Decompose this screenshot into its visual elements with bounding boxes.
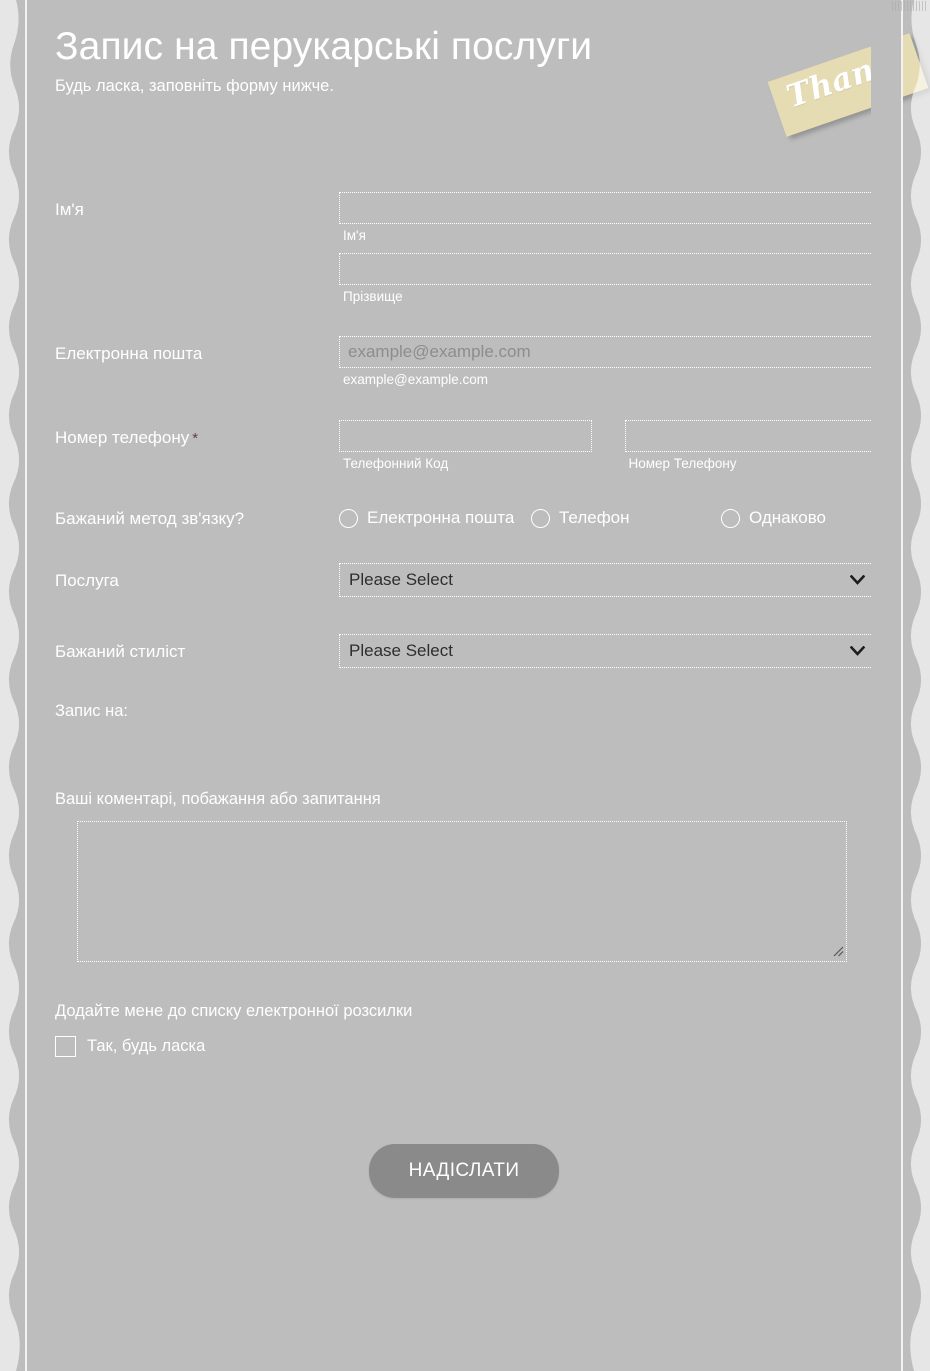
submit-button[interactable]: НАДІСЛАТИ [368,1143,560,1198]
phone-area-code-sublabel: Телефонний Код [343,455,449,471]
page-edge-right [900,0,930,1371]
field-row-service: Послуга Please Select [27,562,901,597]
radio-circle-icon[interactable] [531,508,550,528]
field-group-name: Ім'я Прізвище [339,192,877,305]
label-comments: Ваші коментарі, побажання або запитання [55,789,381,808]
field-row-stylist: Бажаний стиліст Please Select [27,633,901,668]
field-row-contact-method: Бажаний метод зв'язку? Електронна пошта … [27,501,901,531]
submit-wrap: НАДІСЛАТИ [27,1143,901,1198]
first-name-input[interactable] [339,192,877,225]
first-name-sublabel: Ім'я [343,228,366,244]
radio-option-either[interactable]: Однаково [721,506,826,531]
comments-wrap [27,820,901,962]
field-group-contact-method: Електронна пошта Телефон Однаково [339,501,877,531]
label-appointment-for: Запис на: [55,701,129,720]
radio-option-email-label: Електронна пошта [367,507,515,527]
radio-option-email[interactable]: Електронна пошта [339,506,519,531]
phone-number-input[interactable] [624,419,877,452]
label-phone-text: Номер телефону [55,427,190,447]
label-service: Послуга [55,570,119,590]
comments-textarea[interactable] [77,820,847,962]
tag-clip-mask [871,0,901,1371]
mailing-list-checkbox-row[interactable]: Так, будь ласка [27,1035,901,1057]
phone-number-wrap: Номер Телефону [624,419,877,472]
label-phone: Номер телефону * [55,420,339,448]
phone-area-wrap: Телефонний Код [339,419,592,472]
page-edge-left [0,0,30,1371]
page-title: Запис на перукарські послуги [55,25,593,68]
required-asterisk: * [192,429,199,447]
mailing-list-checkbox-label: Так, будь ласка [87,1036,206,1055]
label-contact-method: Бажаний метод зв'язку? [55,508,245,528]
label-stylist: Бажаний стиліст [55,641,186,661]
page-rule-right [901,0,903,1371]
service-select[interactable]: Please Select [339,562,877,597]
field-row-phone: Номер телефону * Телефонний Код Номер Тел… [27,419,901,472]
phone-number-sublabel: Номер Телефону [628,455,737,471]
field-row-name: Ім'я Ім'я Прізвище [27,192,901,305]
radio-group-contact-method: Електронна пошта Телефон Однаково [339,501,877,531]
form-sheet: Thank Запис на перукарські послуги Будь … [27,0,929,1371]
field-row-email: Електронна пошта example@example.com [27,336,901,388]
email-sublabel: example@example.com [343,372,489,388]
checkbox-icon[interactable] [55,1035,76,1057]
field-group-email: example@example.com [339,336,877,388]
email-input[interactable] [339,336,877,369]
last-name-sublabel: Прізвище [343,289,403,305]
radio-option-either-label: Однаково [749,507,826,527]
label-email: Електронна пошта [55,344,203,364]
radio-option-phone[interactable]: Телефон [531,506,709,531]
form-body: Ім'я Ім'я Прізвище Електронна пошта exam… [27,192,901,1198]
radio-circle-icon[interactable] [339,508,358,528]
label-name: Ім'я [55,200,84,220]
phone-area-code-input[interactable] [339,419,592,452]
field-group-stylist: Please Select [339,633,877,668]
last-name-input[interactable] [339,253,877,286]
radio-circle-icon[interactable] [721,508,740,528]
field-group-service: Please Select [339,562,877,597]
field-group-phone: Телефонний Код Номер Телефону [339,419,877,472]
label-mailing-list: Додайте мене до списку електронної розси… [55,1001,413,1020]
stylist-select[interactable]: Please Select [339,633,877,668]
radio-option-phone-label: Телефон [559,507,630,527]
